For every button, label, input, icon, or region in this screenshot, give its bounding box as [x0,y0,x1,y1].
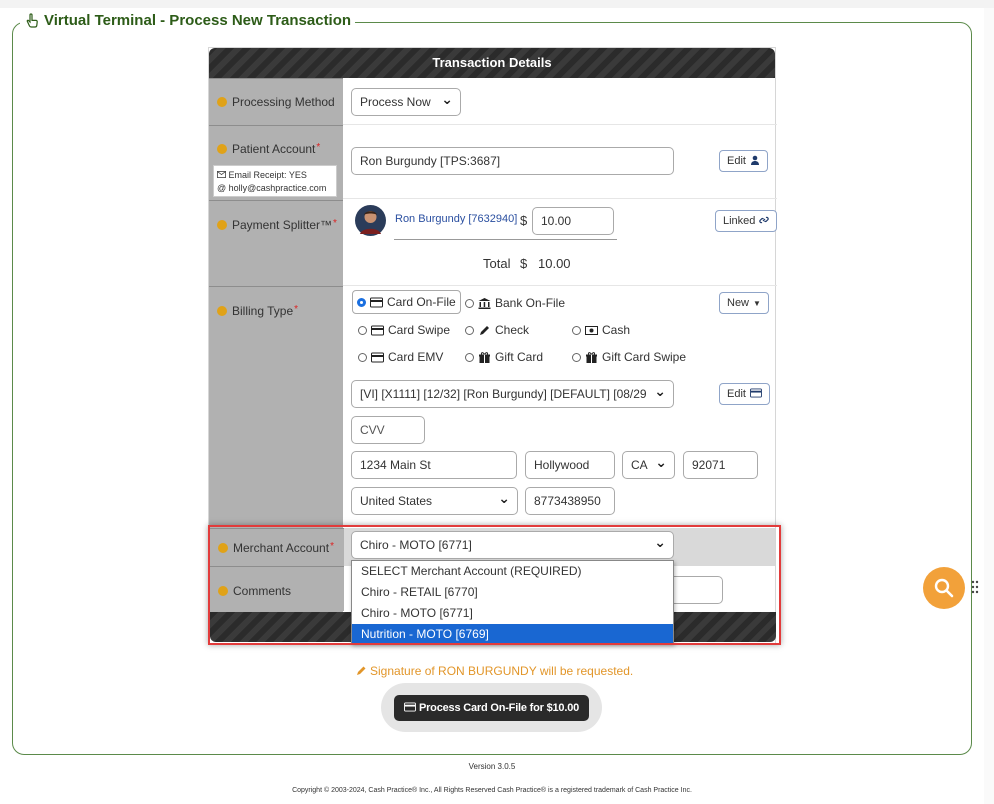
credit-card-icon [404,702,416,712]
total-currency: $ [520,256,528,271]
phone-input[interactable]: 8773438950 [525,487,615,515]
card-on-file-select[interactable]: [VI] [X1111] [12/32] [Ron Burgundy] [DEF… [351,380,674,408]
search-icon [934,578,954,598]
credit-card-icon [750,388,762,398]
gift-icon [586,351,597,363]
caret-down-icon: ▼ [753,299,761,308]
billing-card-emv[interactable]: Card EMV [358,350,443,364]
pencil-icon [357,666,366,675]
patient-edit-button[interactable]: Edit [719,150,768,172]
page-scrollbar[interactable] [984,8,994,804]
signature-notice: Signature of RON BURGUNDY will be reques… [356,664,633,678]
copyright-text: Copyright © 2003-2024, Cash Practice® In… [292,787,692,794]
zip-input[interactable]: 92071 [683,451,758,479]
billing-bank-on-file[interactable]: Bank On-File [465,296,565,310]
label-payment-splitter: Payment Splitter™* [209,200,343,286]
processing-method-select[interactable]: Process Now [351,88,461,116]
patient-account-input[interactable]: Ron Burgundy [TPS:3687] [351,147,674,175]
billing-cash[interactable]: Cash [572,323,630,337]
billing-card-swipe[interactable]: Card Swipe [358,323,450,337]
link-icon [759,216,770,224]
splitter-amount-input[interactable]: 10.00 [532,207,614,235]
splitter-patient-link[interactable]: Ron Burgundy [7632940] [395,213,517,225]
total-value: 10.00 [538,256,571,271]
browser-top-strip [0,0,994,8]
billing-new-button[interactable]: New ▼ [719,292,769,314]
splitter-currency: $ [520,213,528,228]
envelope-icon [217,171,226,178]
cvv-input[interactable]: CVV [351,416,425,444]
email-address: holly@cashpractice.com [228,183,327,193]
bank-icon [478,297,491,309]
help-icon[interactable] [217,220,227,230]
patient-avatar [355,205,386,236]
card-edit-button[interactable]: Edit [719,383,770,405]
gift-icon [479,351,490,363]
process-button-wrap: Process Card On-File for $10.00 [381,683,602,732]
total-label: Total [483,256,511,271]
cash-icon [585,325,598,335]
billing-gift-card-swipe[interactable]: Gift Card Swipe [572,350,686,364]
version-text: Version 3.0.5 [468,762,516,771]
credit-card-icon [371,325,384,335]
help-icon[interactable] [217,144,227,154]
billing-check[interactable]: Check [465,323,529,337]
pointer-hand-icon [26,12,38,28]
help-icon[interactable] [217,97,227,107]
process-transaction-button[interactable]: Process Card On-File for $10.00 [394,695,589,721]
email-receipt-info: Email Receipt: YES @ holly@cashpractice.… [213,165,337,197]
legend-title: Virtual Terminal - Process New Transacti… [44,12,352,29]
help-icon[interactable] [217,306,227,316]
credit-card-icon [371,352,384,362]
label-patient-account: Patient Account* Email Receipt: YES @ ho… [209,125,343,200]
state-select[interactable]: CA [622,451,675,479]
merchant-highlight-box [208,525,781,645]
email-receipt-status: Email Receipt: YES [228,170,307,180]
billing-card-on-file[interactable]: Card On-File [352,290,461,314]
credit-card-icon [370,297,383,307]
search-fab-button[interactable] [923,567,965,609]
label-processing-method: Processing Method [209,78,343,125]
pencil-icon [480,325,489,335]
linked-button[interactable]: Linked [715,210,778,232]
country-select[interactable]: United States [351,487,518,515]
billing-gift-card[interactable]: Gift Card [465,350,543,364]
panel-title: Transaction Details [209,48,775,78]
user-icon [750,155,759,165]
address-input[interactable]: 1234 Main St [351,451,517,479]
city-input[interactable]: Hollywood [525,451,615,479]
drag-handle-icon[interactable] [971,580,979,594]
virtual-terminal-legend: Virtual Terminal - Process New Transacti… [20,12,356,29]
